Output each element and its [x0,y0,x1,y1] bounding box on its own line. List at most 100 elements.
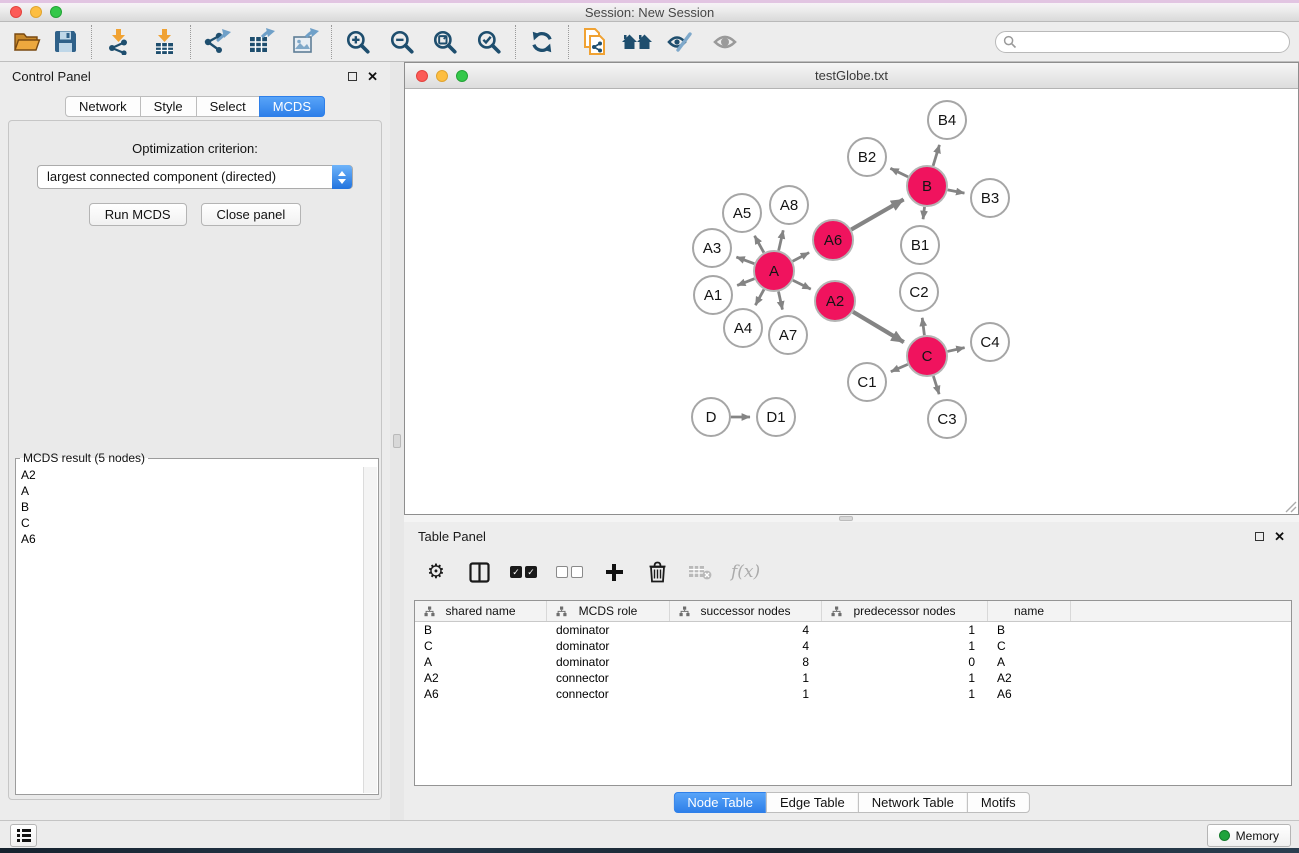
zoom-out-icon[interactable] [385,25,419,59]
delete-trash-icon[interactable] [645,560,669,584]
tab-node-table[interactable]: Node Table [673,792,767,813]
tab-motifs[interactable]: Motifs [967,792,1030,813]
eye-slash-icon[interactable] [663,25,697,59]
zoom-fit-icon[interactable] [428,25,462,59]
export-table-icon[interactable] [244,25,278,59]
result-item[interactable]: C [17,515,362,531]
zoom-in-icon[interactable] [341,25,375,59]
graph-node-label: B [922,178,932,195]
table-panel: Table Panel ✕ ⚙ ✓✓ f(x) shared nameMCDS … [404,522,1299,820]
tab-select[interactable]: Select [196,96,260,117]
graph-edge-A6-B[interactable] [851,199,903,229]
result-item[interactable]: B [17,499,362,515]
graph-edge-C-C1[interactable] [891,364,908,371]
table-row[interactable]: A6connector11A6 [415,686,1291,702]
column-header-predecessor-nodes[interactable]: predecessor nodes [822,601,988,621]
graph-edge-B-B4[interactable] [933,145,939,166]
close-panel-icon[interactable]: ✕ [1274,530,1285,543]
show-columns-icon[interactable] [467,560,491,584]
column-header-shared-name[interactable]: shared name [415,601,547,621]
tab-network[interactable]: Network [65,96,141,117]
optimization-criterion-label: Optimization criterion: [9,141,381,156]
graph-node-label: A6 [824,232,842,249]
close-panel-button[interactable]: Close panel [201,203,302,226]
column-header-MCDS-role[interactable]: MCDS role [547,601,670,621]
list-icon [17,827,31,844]
graph-node-label: A3 [703,240,721,257]
divider-handle[interactable] [839,516,853,521]
column-header-name[interactable]: name [988,601,1071,621]
tab-edge-table[interactable]: Edge Table [766,792,859,813]
graph-edge-B-B1[interactable] [923,207,924,219]
graph-edge-A-A6[interactable] [793,253,810,262]
graph-node-label: A2 [826,293,844,310]
hierarchy-icon [679,606,690,617]
horizontal-split-divider[interactable] [404,515,1299,522]
graph-edge-B-B2[interactable] [890,168,908,177]
resize-grip-icon[interactable] [1284,500,1297,513]
table-row[interactable]: Adominator80A [415,654,1291,670]
result-item[interactable]: A [17,483,362,499]
documents-share-icon[interactable] [578,25,612,59]
eye-icon[interactable] [708,25,742,59]
task-history-button[interactable] [10,824,37,847]
graph-edge-A2-C[interactable] [853,312,904,342]
table-cell: 4 [670,622,822,638]
save-floppy-icon[interactable] [48,25,82,59]
graph-edge-C-C4[interactable] [947,348,964,352]
unselect-all-columns-icon[interactable] [556,560,583,584]
refresh-icon[interactable] [525,25,559,59]
column-header-successor-nodes[interactable]: successor nodes [670,601,822,621]
result-scrollbar[interactable] [363,467,377,793]
graph-edge-A-A4[interactable] [755,289,764,305]
table-cell: A2 [415,670,547,686]
graph-edge-A-A8[interactable] [779,230,784,250]
network-window-titlebar[interactable]: testGlobe.txt [405,63,1298,89]
import-table-icon[interactable] [147,25,181,59]
table-row[interactable]: A2connector11A2 [415,670,1291,686]
network-canvas[interactable]: B4B2BB3A5A8A6B1A3AA1C2A2A4A7C4CC1C3DD1 [405,89,1298,514]
double-home-icon[interactable] [620,25,654,59]
float-panel-icon[interactable] [348,72,357,81]
export-network-icon[interactable] [200,25,234,59]
criterion-select[interactable]: largest connected component (directed) [37,165,353,189]
vertical-split-divider[interactable] [390,62,404,820]
table-cell: A6 [988,686,1071,702]
graph-node-label: A5 [733,205,751,222]
run-mcds-button[interactable]: Run MCDS [89,203,187,226]
select-all-columns-icon[interactable]: ✓✓ [510,560,537,584]
zoom-selected-icon[interactable] [472,25,506,59]
tab-style[interactable]: Style [140,96,197,117]
control-panel-title: Control Panel [12,69,91,84]
search-input[interactable] [995,31,1290,53]
tab-mcds[interactable]: MCDS [259,96,325,117]
graph-node-label: C4 [980,334,999,351]
graph-node-label: C2 [909,284,928,301]
add-column-icon[interactable] [602,560,626,584]
graph-edge-A-A2[interactable] [793,280,811,289]
open-folder-icon[interactable] [10,25,44,59]
memory-button[interactable]: Memory [1207,824,1291,847]
table-settings-gear-icon[interactable]: ⚙ [424,560,448,584]
tab-network-table[interactable]: Network Table [858,792,968,813]
graph-edge-A-A3[interactable] [736,257,754,264]
table-body: Bdominator41BCdominator41CAdominator80AA… [415,622,1291,702]
search-icon [1003,35,1017,49]
close-panel-icon[interactable]: ✕ [367,70,378,83]
graph-edge-C-C2[interactable] [922,318,924,335]
graph-edge-A-A5[interactable] [755,236,764,253]
float-panel-icon[interactable] [1255,532,1264,541]
control-panel: Control Panel ✕ NetworkStyleSelectMCDS O… [0,62,390,820]
table-row[interactable]: Bdominator41B [415,622,1291,638]
graph-edge-B-B3[interactable] [948,190,965,193]
graph-edge-C-C3[interactable] [933,376,939,394]
divider-handle[interactable] [393,434,401,448]
export-image-icon[interactable] [288,25,322,59]
graph-edge-A-A7[interactable] [778,292,782,310]
table-row[interactable]: Cdominator41C [415,638,1291,654]
graph-edge-A-A1[interactable] [737,279,754,286]
result-item[interactable]: A6 [17,531,362,547]
result-item[interactable]: A2 [17,467,362,483]
column-label: shared name [445,604,515,618]
import-network-icon[interactable] [101,25,135,59]
